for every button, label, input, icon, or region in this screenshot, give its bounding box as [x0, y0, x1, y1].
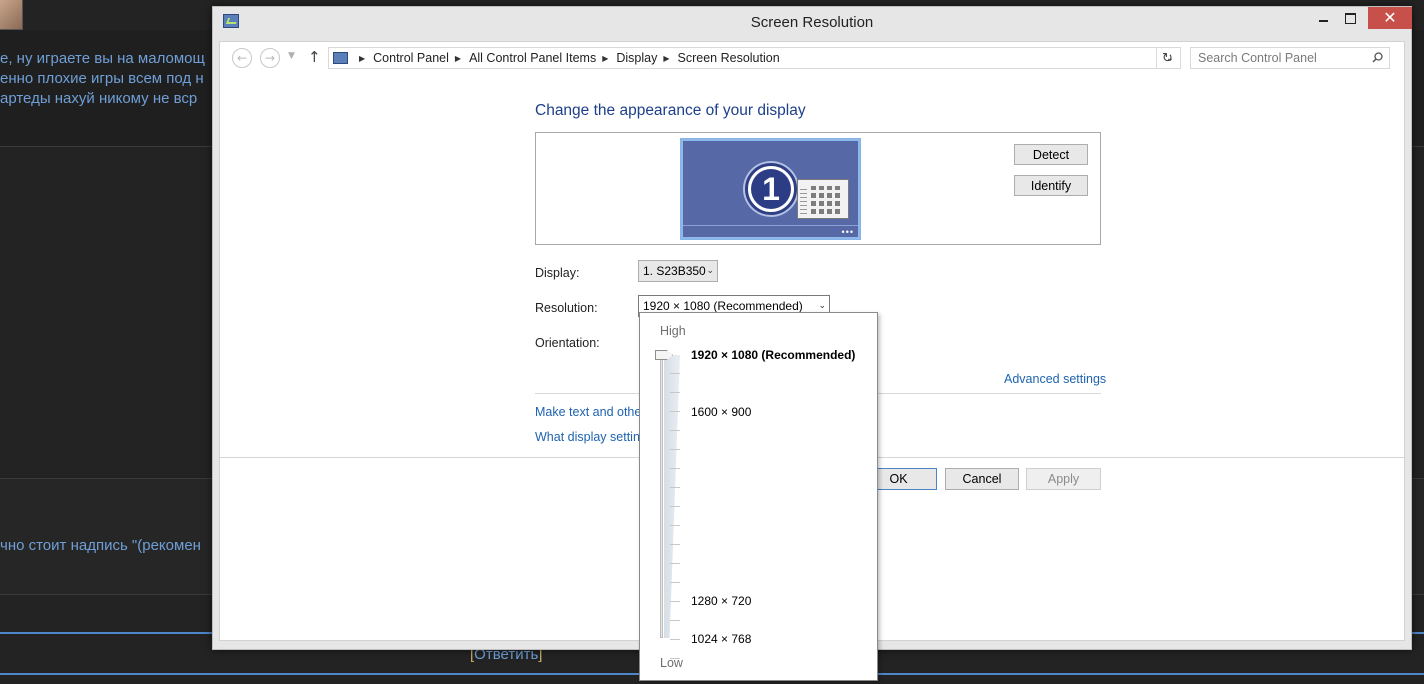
- chevron-down-icon: ▼: [288, 51, 295, 61]
- slider-tick: [670, 430, 680, 431]
- apply-button[interactable]: Apply: [1026, 468, 1101, 490]
- search-icon[interactable]: [1372, 52, 1383, 63]
- back-button[interactable]: ←: [232, 48, 252, 68]
- window-title: Screen Resolution: [750, 14, 874, 31]
- display-select[interactable]: 1. S23B350 ⌄: [638, 260, 718, 282]
- chevron-right-icon[interactable]: ▶: [663, 54, 669, 63]
- minimize-button[interactable]: [1310, 7, 1336, 29]
- up-button[interactable]: ↑: [308, 48, 321, 66]
- chevron-down-icon: ⌄: [818, 301, 826, 311]
- slider-tick: [670, 487, 680, 488]
- breadcrumb: ▶ Control Panel ▶ All Control Panel Item…: [353, 51, 780, 65]
- what-display-settings-link[interactable]: What display setting: [535, 430, 647, 444]
- slider-tick: [670, 392, 680, 393]
- slider-tick: [670, 544, 680, 545]
- breadcrumb-all-items[interactable]: All Control Panel Items: [469, 51, 596, 65]
- orientation-label: Orientation:: [535, 336, 600, 350]
- search-input[interactable]: [1191, 48, 1369, 68]
- monitor-taskbar: [683, 225, 858, 237]
- slider-tick: [670, 449, 680, 450]
- resolution-dropdown: High 1920 × 1080 (Recommended) 1600 × 90…: [639, 312, 878, 681]
- calculator-icon: [797, 179, 849, 219]
- slider-tick: [670, 525, 680, 526]
- high-label: High: [660, 324, 686, 338]
- search-box[interactable]: [1190, 47, 1390, 69]
- address-bar[interactable]: ▶ Control Panel ▶ All Control Panel Item…: [328, 47, 1181, 69]
- resolution-label: Resolution:: [535, 301, 598, 315]
- title-bar[interactable]: Screen Resolution ✕: [213, 7, 1412, 37]
- resolution-option[interactable]: 1600 × 900: [691, 405, 751, 419]
- forum-avatar: [0, 0, 23, 30]
- resolution-slider-track[interactable]: [660, 355, 663, 638]
- slider-tick: [670, 563, 680, 564]
- forum-text-line: артеды нахуй никому не вср: [0, 90, 198, 107]
- resolution-select-value: 1920 × 1080 (Recommended): [643, 299, 803, 313]
- slider-tick: [670, 639, 680, 640]
- detect-button[interactable]: Detect: [1014, 144, 1088, 165]
- slider-tick: [670, 373, 680, 374]
- breadcrumb-display[interactable]: Display: [616, 51, 657, 65]
- slider-wedge: [664, 355, 680, 638]
- monitor-icon[interactable]: 1 •••: [680, 138, 861, 240]
- slider-tick: [670, 468, 680, 469]
- slider-tick: [670, 601, 680, 602]
- slider-tick: [670, 506, 680, 507]
- navigation-bar: ← → ▼ ↑ ▶ Control Panel ▶ All Control Pa…: [220, 42, 1404, 72]
- up-arrow-icon: ↑: [308, 48, 321, 66]
- back-arrow-icon: ←: [236, 51, 248, 65]
- forward-button[interactable]: →: [260, 48, 280, 68]
- forum-text-line: чно стоит надпись "(рекомен: [0, 537, 201, 554]
- forward-arrow-icon: →: [264, 51, 276, 65]
- maximize-button[interactable]: [1337, 7, 1363, 29]
- display-label: Display:: [535, 266, 580, 280]
- chevron-right-icon[interactable]: ▶: [455, 54, 461, 63]
- refresh-icon: ↻: [1162, 50, 1173, 66]
- forum-text-line: е, ну играете вы на маломощ: [0, 50, 205, 67]
- breadcrumb-control-panel[interactable]: Control Panel: [373, 51, 449, 65]
- resolution-option[interactable]: 1024 × 768: [691, 632, 751, 646]
- advanced-settings-link[interactable]: Advanced settings: [1004, 372, 1106, 386]
- slider-tick: [670, 620, 680, 621]
- recent-locations-button[interactable]: ▼: [288, 51, 295, 61]
- close-icon: ✕: [1383, 10, 1397, 27]
- low-label: Low: [660, 656, 683, 670]
- text-size-link[interactable]: Make text and other: [535, 405, 645, 419]
- more-icon: •••: [841, 227, 854, 237]
- resolution-option[interactable]: 1280 × 720: [691, 594, 751, 608]
- page-title: Change the appearance of your display: [535, 102, 806, 119]
- slider-tick: [670, 582, 680, 583]
- breadcrumb-screen-resolution[interactable]: Screen Resolution: [678, 51, 780, 65]
- display-select-value: 1. S23B350: [643, 264, 706, 278]
- refresh-button[interactable]: ↻: [1156, 47, 1178, 69]
- control-panel-icon: [333, 52, 348, 64]
- monitor-number-badge: 1: [745, 163, 797, 215]
- chevron-right-icon[interactable]: ▶: [359, 54, 365, 63]
- slider-tick: [670, 411, 680, 412]
- forum-text-line: енно плохие игры всем под н: [0, 70, 204, 87]
- cancel-button[interactable]: Cancel: [945, 468, 1019, 490]
- resolution-option[interactable]: 1920 × 1080 (Recommended): [691, 348, 855, 362]
- close-button[interactable]: ✕: [1368, 7, 1412, 29]
- chevron-down-icon: ⌄: [706, 266, 714, 276]
- chevron-right-icon[interactable]: ▶: [602, 54, 608, 63]
- identify-button[interactable]: Identify: [1014, 175, 1088, 196]
